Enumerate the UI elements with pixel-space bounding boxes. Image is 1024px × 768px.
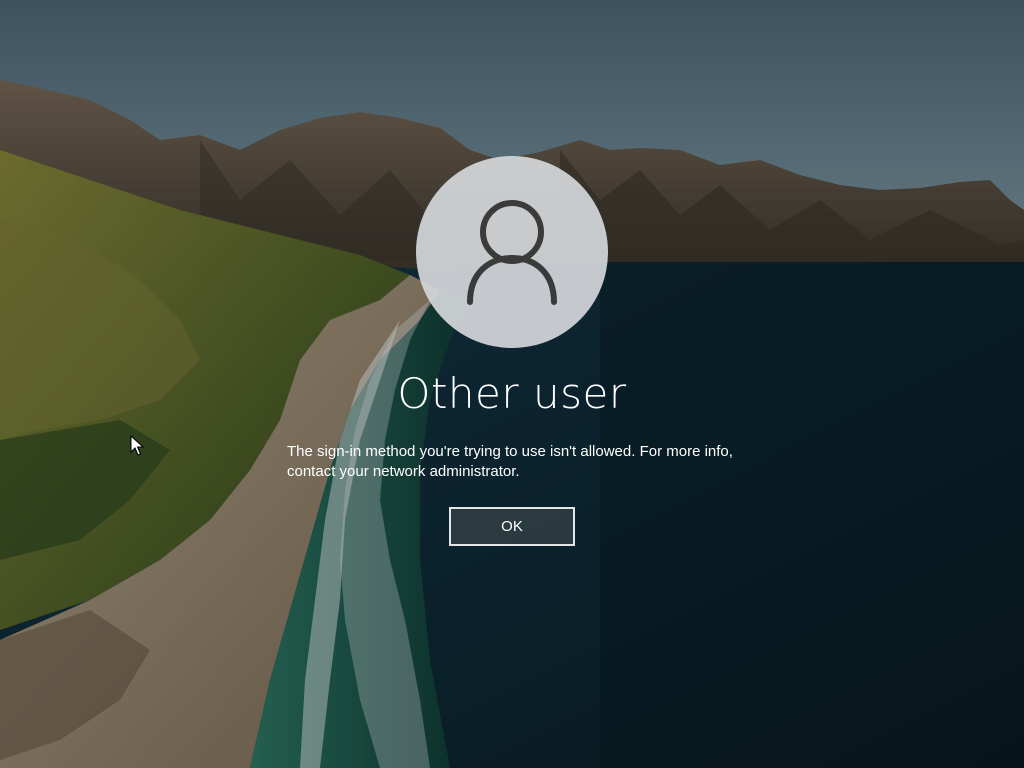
- ok-button-label: OK: [501, 518, 523, 535]
- message-line-2: contact your network administrator.: [287, 463, 520, 480]
- ok-button[interactable]: OK: [449, 507, 575, 546]
- mouse-pointer-icon: [130, 435, 144, 456]
- message-line-1: The sign-in method you're trying to use …: [287, 443, 733, 460]
- user-name: Other user: [397, 369, 627, 418]
- user-silhouette-icon: [467, 200, 557, 305]
- user-avatar: [416, 156, 608, 348]
- signin-error-message: The sign-in method you're trying to use …: [287, 442, 757, 482]
